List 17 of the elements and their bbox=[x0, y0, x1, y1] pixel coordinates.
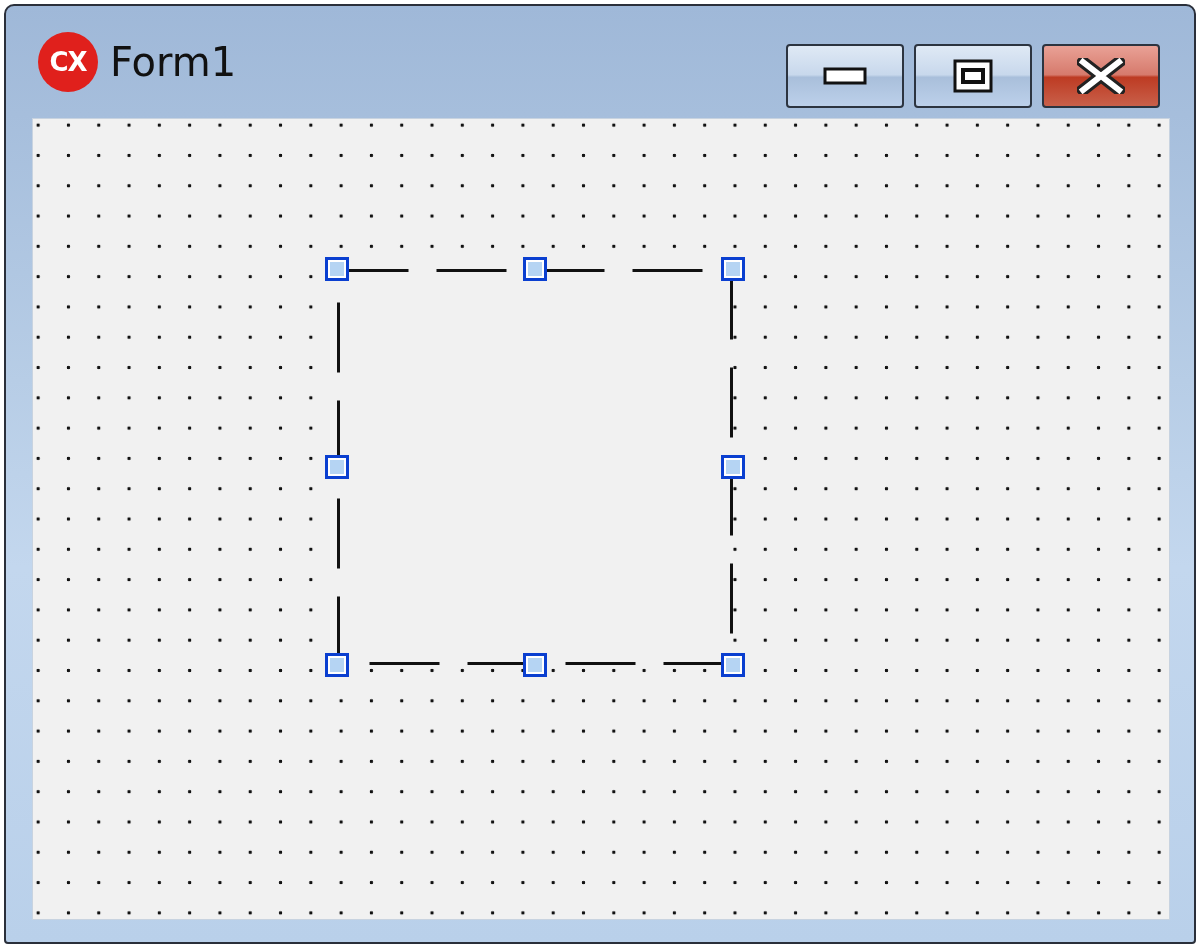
resize-handle[interactable] bbox=[325, 653, 349, 677]
close-icon bbox=[1077, 58, 1125, 94]
window-title: Form1 bbox=[110, 39, 238, 85]
close-button[interactable] bbox=[1042, 44, 1160, 108]
resize-handle[interactable] bbox=[721, 257, 745, 281]
resize-handle[interactable] bbox=[325, 257, 349, 281]
selected-control[interactable] bbox=[324, 256, 746, 678]
resize-handle[interactable] bbox=[523, 257, 547, 281]
resize-handle[interactable] bbox=[523, 653, 547, 677]
resize-handle[interactable] bbox=[721, 455, 745, 479]
maximize-button[interactable] bbox=[914, 44, 1032, 108]
restore-icon bbox=[953, 59, 993, 93]
resize-handle[interactable] bbox=[721, 653, 745, 677]
resize-handle[interactable] bbox=[325, 455, 349, 479]
app-logo: CX bbox=[38, 32, 98, 92]
minimize-button[interactable] bbox=[786, 44, 904, 108]
minimize-icon bbox=[823, 67, 867, 85]
